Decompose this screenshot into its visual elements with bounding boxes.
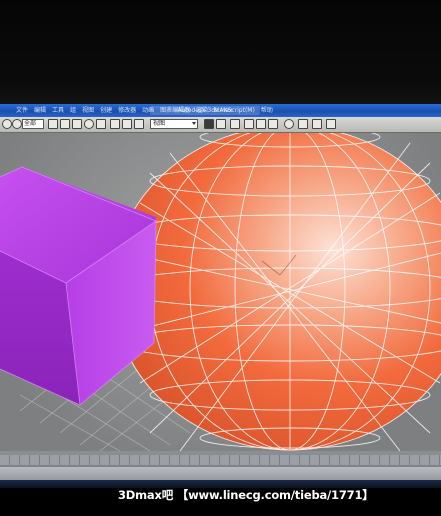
redo-icon[interactable] <box>12 119 22 129</box>
menu-item-edit[interactable]: 编辑 <box>34 104 46 117</box>
window-title: Autodesk 3ds Max <box>150 106 260 115</box>
menu-item-group[interactable]: 组 <box>70 104 76 117</box>
monitor-screen: 文件 编辑 工具 组 视图 创建 修改器 动画 图表编辑器 渲染 MAXScri… <box>0 104 441 484</box>
select-object-icon[interactable] <box>48 119 58 129</box>
main-toolbar: 全部 视图 <box>0 117 441 133</box>
monitor-bezel <box>0 0 441 106</box>
menu-item-views[interactable]: 视图 <box>82 104 94 117</box>
active-shade-icon[interactable] <box>326 119 336 129</box>
menu-item-modifiers[interactable]: 修改器 <box>118 104 136 117</box>
schematic-view-icon[interactable] <box>256 119 266 129</box>
perspective-viewport[interactable] <box>0 133 441 451</box>
menu-item-file[interactable]: 文件 <box>16 104 28 117</box>
render-setup-icon[interactable] <box>284 119 294 129</box>
scale-icon[interactable] <box>96 119 106 129</box>
menu-item-tools[interactable]: 工具 <box>52 104 64 117</box>
percent-snap-icon[interactable] <box>134 119 144 129</box>
selection-filter-value: 全部 <box>24 120 37 127</box>
angle-snap-icon[interactable] <box>122 119 132 129</box>
menu-item-create[interactable]: 创建 <box>100 104 112 117</box>
site-watermark: 3Dmax吧 【www.linecg.com/tieba/1771】 <box>118 488 374 502</box>
chevron-down-icon <box>192 122 196 125</box>
named-selection-dropdown[interactable]: 视图 <box>150 119 198 129</box>
named-selection-value: 视图 <box>153 120 166 127</box>
move-icon[interactable] <box>72 119 82 129</box>
align-icon[interactable] <box>216 119 226 129</box>
mirror-icon[interactable] <box>204 119 214 129</box>
selection-filter-dropdown[interactable]: 全部 <box>22 119 44 129</box>
undo-icon[interactable] <box>2 119 12 129</box>
track-bar[interactable] <box>0 455 441 465</box>
viewport-canvas <box>0 133 441 451</box>
layer-manager-icon[interactable] <box>230 119 240 129</box>
quick-render-icon[interactable] <box>312 119 322 129</box>
select-by-name-icon[interactable] <box>60 119 70 129</box>
box-object[interactable] <box>0 166 157 406</box>
curve-editor-icon[interactable] <box>244 119 254 129</box>
render-frame-icon[interactable] <box>298 119 308 129</box>
photo-frame: 文件 编辑 工具 组 视图 创建 修改器 动画 图表编辑器 渲染 MAXScri… <box>0 0 441 516</box>
snap-icon[interactable] <box>110 119 120 129</box>
rotate-icon[interactable] <box>84 119 94 129</box>
material-editor-icon[interactable] <box>268 119 278 129</box>
menu-item-help[interactable]: 帮助 <box>261 104 273 117</box>
title-bar: 文件 编辑 工具 组 视图 创建 修改器 动画 图表编辑器 渲染 MAXScri… <box>0 104 441 117</box>
